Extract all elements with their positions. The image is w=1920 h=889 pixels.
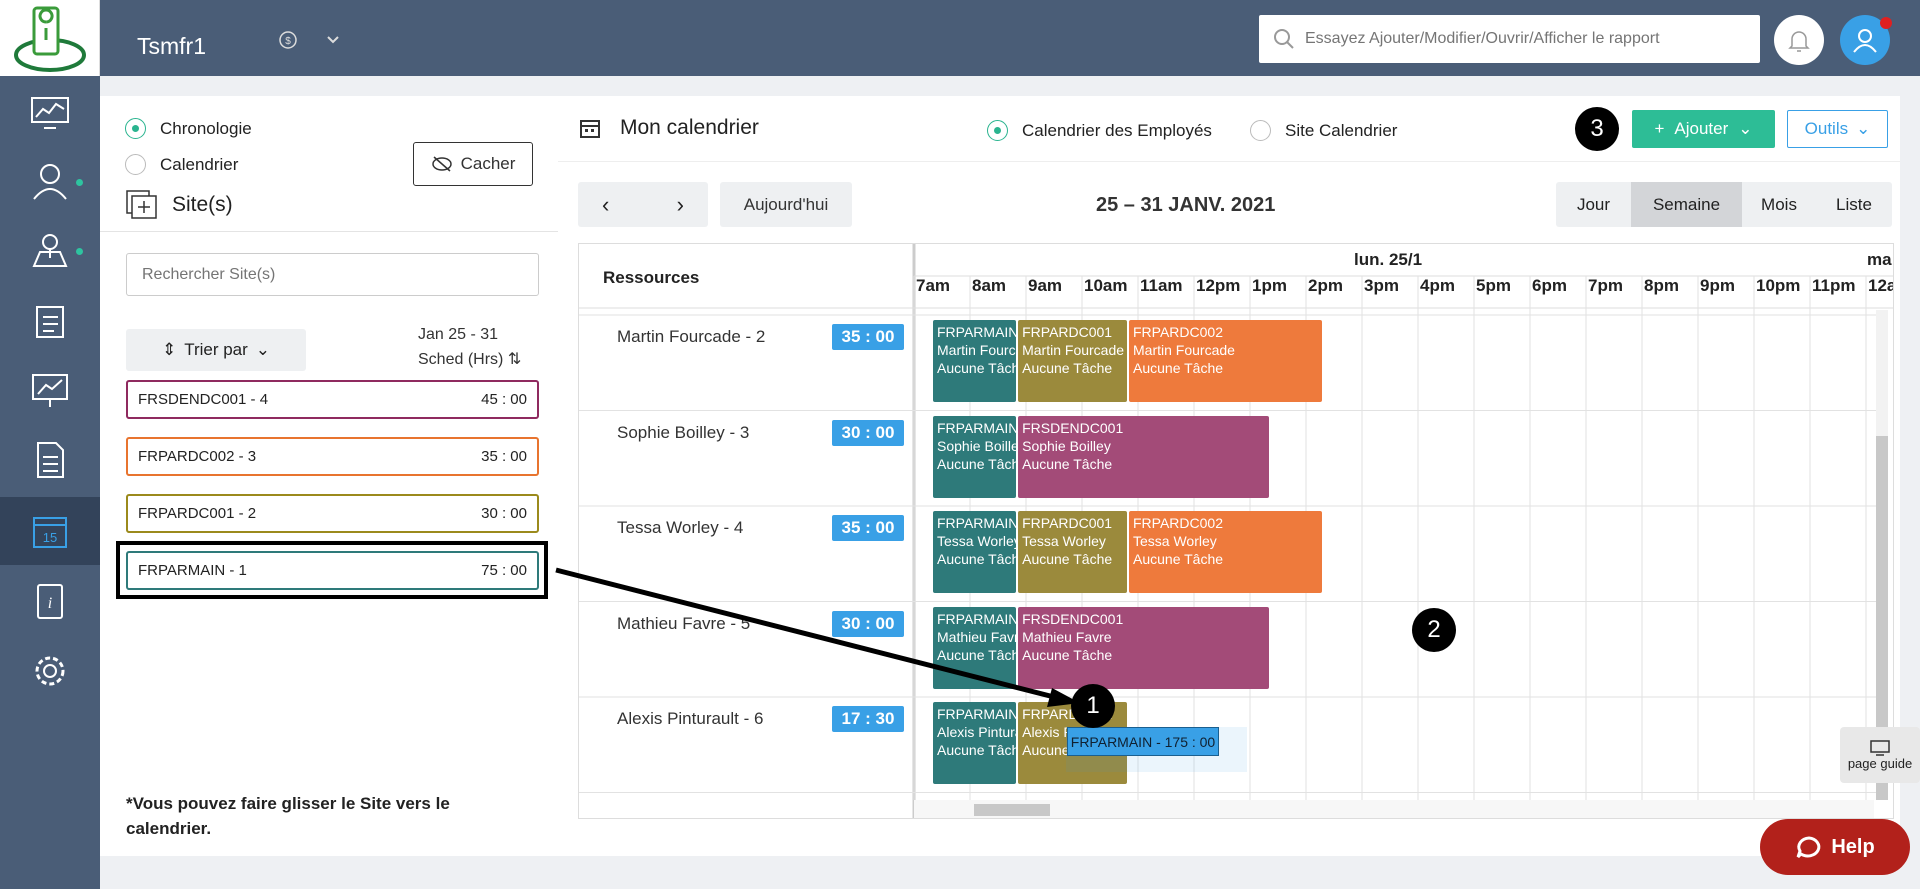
annotation-2: 2 <box>1412 608 1456 652</box>
chat-bubble-icon <box>1796 836 1821 859</box>
annotation-3: 3 <box>1575 107 1619 151</box>
monitor-icon <box>1870 739 1890 756</box>
page-guide-button[interactable]: page guide <box>1840 727 1920 783</box>
annotation-1: 1 <box>1071 684 1115 728</box>
help-button[interactable]: Help <box>1760 819 1910 875</box>
annotation-arrow <box>555 567 1080 707</box>
